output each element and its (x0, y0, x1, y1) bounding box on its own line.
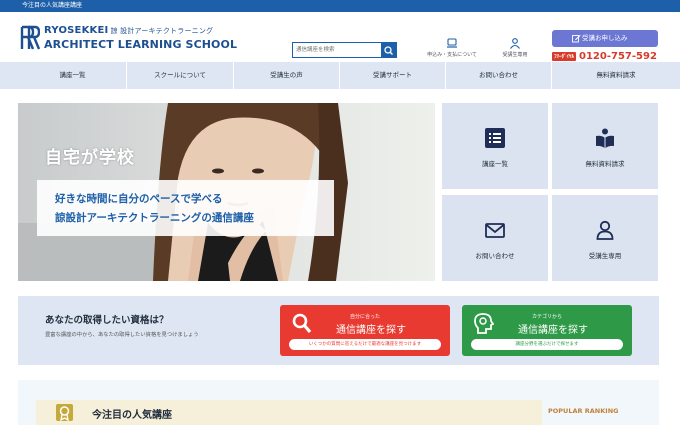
search-input[interactable] (293, 43, 381, 57)
search-box (292, 42, 397, 58)
phone-text: 0120-757-592 (579, 51, 657, 62)
search-icon (384, 46, 393, 55)
tile-brochure-label: 無料資料請求 (585, 160, 625, 168)
nav-about[interactable]: スクールについて (126, 62, 233, 89)
apply-button[interactable]: 受講お申し込み (552, 30, 658, 47)
tile-contact[interactable]: お問い合わせ (442, 195, 548, 281)
hero-copy-line-2: 諒設計アーキテクトラーニングの通信講座 (55, 212, 254, 224)
find-course-category-small: カテゴリから (531, 314, 562, 320)
find-course-quiz-note: いくつかの質問に答えるだけで最適な講座を見つけます (289, 339, 441, 350)
pc-icon (447, 38, 457, 48)
hero-banner[interactable]: 自宅が学校 好きな時間に自分のペースで学べる 諒設計アーキテクトラーニングの通信… (18, 103, 435, 281)
hero-copy-box: 好きな時間に自分のペースで学べる 諒設計アーキテクトラーニングの通信講座 (37, 180, 334, 236)
nav-contact[interactable]: お問い合わせ (445, 62, 551, 89)
global-nav: 講座一覧 スクールについて 受講生の声 受講サポート お問い合わせ 無料資料請求 (0, 62, 680, 89)
announcement-bar: 今注目の人気講座講座 (0, 0, 680, 12)
book-reader-icon (596, 128, 614, 148)
phone-number[interactable]: ﾌﾘｰﾀﾞｲﾔﾙ 0120-757-592 (552, 51, 657, 62)
find-course-quiz-button[interactable]: 自分に合った 通信講座を探す いくつかの質問に答えるだけで最適な講座を見つけます (280, 305, 450, 356)
ranking-badge (56, 404, 73, 422)
tile-contact-label: お問い合わせ (475, 252, 515, 260)
apply-payment-label: 申込み・支払について (427, 52, 477, 58)
ranking-label-en: POPULAR RANKING (548, 407, 619, 415)
ranking-title: 今注目の人気講座 (92, 410, 172, 421)
person-icon (596, 220, 614, 240)
apply-button-label: 受講お申し込み (582, 34, 628, 42)
find-course-quiz-small: 自分に合った (349, 314, 380, 320)
find-course-category-note: 講座分野を選ぶだけで探せます (471, 339, 623, 350)
student-link[interactable]: 受講生専用 (497, 38, 533, 58)
logo-line-2: ARCHITECT LEARNING SCHOOL (44, 38, 238, 51)
edit-icon (572, 34, 581, 43)
user-icon (510, 38, 520, 49)
free-dial-badge: ﾌﾘｰﾀﾞｲﾔﾙ (552, 51, 577, 61)
site-logo[interactable]: RYOSEKKEI 諒 設計アーキテクトラーニング ARCHITECT LEARN… (20, 25, 237, 61)
nav-courses[interactable]: 講座一覧 (0, 62, 145, 89)
tile-courses[interactable]: 講座一覧 (442, 103, 548, 189)
logo-line-1: RYOSEKKEI 諒 設計アーキテクトラーニング (44, 25, 214, 36)
qualification-search: あなたの取得したい資格は？ 豊富な講座の中から、あなたの取得したい資格を見つけま… (18, 296, 659, 365)
search-button[interactable] (381, 43, 396, 57)
qualification-title: あなたの取得したい資格は？ (45, 315, 169, 326)
nav-voices[interactable]: 受講生の声 (233, 62, 339, 89)
tile-student-only-label: 受講生専用 (588, 252, 622, 260)
popular-ranking-section: 今注目の人気講座 POPULAR RANKING (18, 380, 659, 425)
list-icon (485, 128, 505, 148)
medal-icon (59, 406, 70, 422)
hero-copy-line-1: 好きな時間に自分のペースで学べる (55, 193, 223, 205)
find-course-category-label: 通信講座を探す (518, 325, 588, 336)
student-label: 受講生専用 (502, 52, 528, 58)
ranking-heading-band: 今注目の人気講座 (36, 400, 542, 425)
apply-payment-link[interactable]: 申込み・支払について (426, 38, 478, 58)
find-course-quiz-label: 通信講座を探す (336, 325, 406, 336)
logo-mark-icon (20, 25, 40, 50)
nav-free-brochure[interactable]: 無料資料請求 (551, 62, 680, 89)
find-course-category-button[interactable]: カテゴリから 通信講座を探す 講座分野を選ぶだけで探せます (462, 305, 632, 356)
mail-icon (485, 223, 505, 238)
hero-title: 自宅が学校 (45, 148, 135, 168)
qualification-subtitle: 豊富な講座の中から、あなたの取得したい資格を見つけましょう (45, 332, 199, 338)
tile-brochure[interactable]: 無料資料請求 (552, 103, 658, 189)
nav-support[interactable]: 受講サポート (339, 62, 445, 89)
tile-courses-label: 講座一覧 (482, 160, 508, 168)
site-header: RYOSEKKEI 諒 設計アーキテクトラーニング ARCHITECT LEARN… (0, 12, 680, 70)
tile-student-only[interactable]: 受講生専用 (552, 195, 658, 281)
